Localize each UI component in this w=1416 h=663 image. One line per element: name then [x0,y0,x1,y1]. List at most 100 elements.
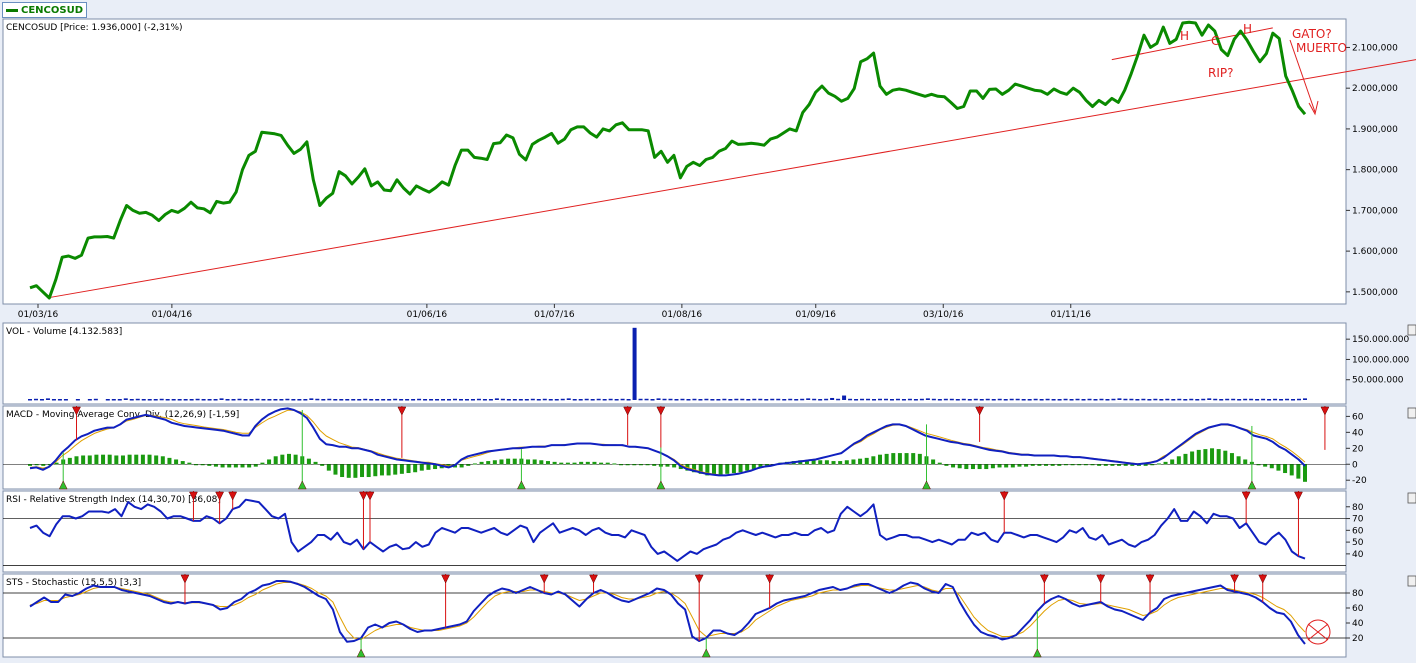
volume-bar [147,399,152,401]
macd-hist-bar [891,453,896,465]
volume-bar [363,398,368,401]
y-tick-label-vol: 50.000.000 [1352,376,1404,386]
macd-hist-bar [366,464,371,478]
volume-bar [1243,398,1248,401]
volume-bar [1225,398,1230,401]
volume-bar [925,398,930,400]
macd-hist-bar [1063,464,1068,466]
volume-bar [1111,398,1116,401]
macd-hist-bar [964,464,969,470]
macd-hist-bar [824,460,829,465]
macd-hist-bar [1263,464,1268,467]
volume-bar [824,398,829,401]
panel-expand-button[interactable] [1407,324,1416,336]
volume-bar [530,398,535,401]
macd-hist-bar [293,454,298,465]
volume-bar [1123,398,1128,401]
panel-vol [2,322,1347,405]
macd-hist-bar [492,460,497,465]
panel-expand-button[interactable] [1407,407,1416,419]
volume-bar [171,399,176,401]
macd-hist-bar [851,459,856,465]
volume-bar [907,398,912,401]
macd-hist-bar [247,464,252,468]
legend-tab[interactable]: CENCOSUD [2,2,88,18]
macd-hist-bar [645,464,650,466]
macd-hist-bar [911,453,916,465]
volume-bar [979,399,984,401]
volume-bar [830,397,835,400]
macd-hist-bar [41,464,46,466]
macd-hist-bar [612,463,617,465]
macd-hist-bar [831,461,836,465]
volume-bar [1207,398,1212,400]
volume-bar [919,398,924,401]
panel-expand-button[interactable] [1407,575,1416,587]
macd-hist-bar [486,461,491,465]
y-tick-label-vol: 150.000.000 [1352,335,1410,345]
volume-bar [704,398,709,401]
macd-hist-bar [1223,450,1228,465]
macd-hist-bar [951,464,956,468]
volume-bar [135,398,140,401]
y-tick-label-price: 1.600,000 [1352,247,1398,257]
macd-hist-bar [599,462,604,465]
macd-hist-bar [818,460,823,465]
macd-hist-bar [1010,464,1015,468]
volume-bar [1279,399,1284,401]
volume-bar [973,398,978,401]
volume-bar [590,399,595,401]
volume-bar [913,399,918,401]
macd-hist-bar [147,454,152,465]
macd-hist-bar [738,464,743,473]
volume-bar [1255,399,1260,401]
y-tick-label-macd: 0 [1352,460,1358,470]
volume-bar [1003,399,1008,401]
volume-bar [393,398,398,401]
macd-hist-bar [81,455,86,465]
macd-hist-bar [904,453,909,465]
macd-hist-bar [539,460,544,465]
volume-bar [441,399,446,401]
date-axis: 01/03/16 01/04/16 01/06/16 01/07/16 01/08/16… [18,304,1091,320]
y-tick-label-price: 1.500,000 [1352,288,1398,298]
panel-title-rsi: RSI - Relative Strength Index (14,30,70)… [6,495,221,505]
volume-bar [608,398,613,401]
macd-hist-bar [552,461,557,465]
macd-hist-bar [320,464,325,466]
macd-hist-bar [957,464,962,469]
volume-bar [231,399,236,401]
volume-bar [1303,398,1307,400]
macd-hist-bar [406,464,411,474]
volume-bar [656,398,661,400]
volume-bar [1291,399,1296,401]
volume-bar [1093,399,1098,401]
volume-bar [1261,398,1266,401]
macd-hist-bar [167,457,172,465]
volume-bar [518,399,523,401]
volume-bar [746,399,751,401]
volume-bar [411,399,416,401]
volume-bar [57,399,62,401]
macd-hist-bar [917,453,922,465]
macd-hist-bar [619,464,624,466]
volume-bar [1237,399,1242,401]
volume-bar [626,399,631,401]
volume-bar [572,399,577,401]
volume-bar [1057,399,1062,401]
macd-hist-bar [253,464,258,467]
macd-hist-bar [605,462,610,465]
panel-expand-button[interactable] [1407,492,1416,504]
volume-bar [237,398,242,401]
annotation-text: MUERTO [1296,41,1347,55]
macd-hist-bar [1057,464,1062,466]
volume-bar [1039,399,1044,401]
volume-bar [1195,399,1200,401]
volume-bar [1141,398,1146,401]
volume-bar [1249,398,1254,401]
volume-bar [105,399,110,401]
volume-bar [195,398,200,401]
volume-bar [1009,398,1014,401]
volume-bar [806,398,811,400]
volume-bar [596,398,601,401]
